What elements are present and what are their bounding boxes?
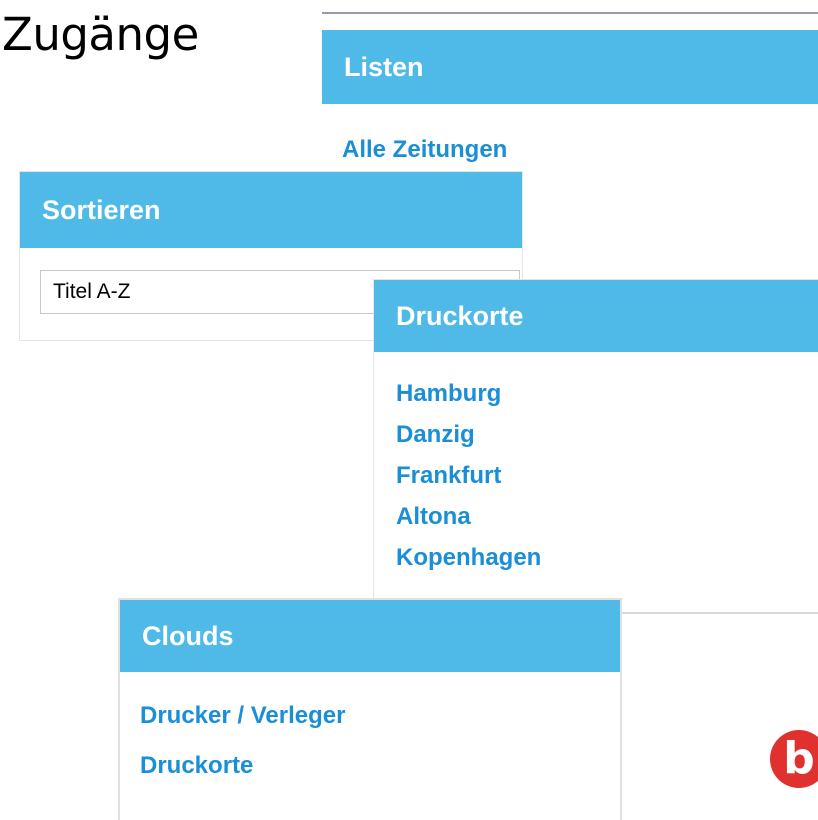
- listen-header: Listen: [322, 30, 818, 104]
- druckorte-panel: Druckorte Hamburg Danzig Frankfurt Alton…: [374, 280, 818, 612]
- druckorte-header: Druckorte: [374, 280, 818, 352]
- link-druckorte-cloud[interactable]: Druckorte: [140, 752, 620, 802]
- clouds-header: Clouds: [120, 600, 620, 672]
- clouds-panel: Clouds Drucker / Verleger Druckorte: [120, 600, 620, 820]
- link-drucker-verleger[interactable]: Drucker / Verleger: [140, 702, 620, 752]
- b-logo-icon: b: [770, 730, 818, 788]
- link-frankfurt[interactable]: Frankfurt: [396, 462, 818, 503]
- link-hamburg[interactable]: Hamburg: [396, 380, 818, 421]
- link-kopenhagen[interactable]: Kopenhagen: [396, 544, 818, 585]
- sortieren-header: Sortieren: [20, 172, 522, 248]
- page-title: Zugänge: [2, 8, 199, 61]
- listen-panel: Listen Alle Zeitungen: [322, 12, 818, 184]
- link-alle-zeitungen[interactable]: Alle Zeitungen: [342, 136, 818, 164]
- link-altona[interactable]: Altona: [396, 503, 818, 544]
- link-danzig[interactable]: Danzig: [396, 421, 818, 462]
- divider: [620, 612, 818, 614]
